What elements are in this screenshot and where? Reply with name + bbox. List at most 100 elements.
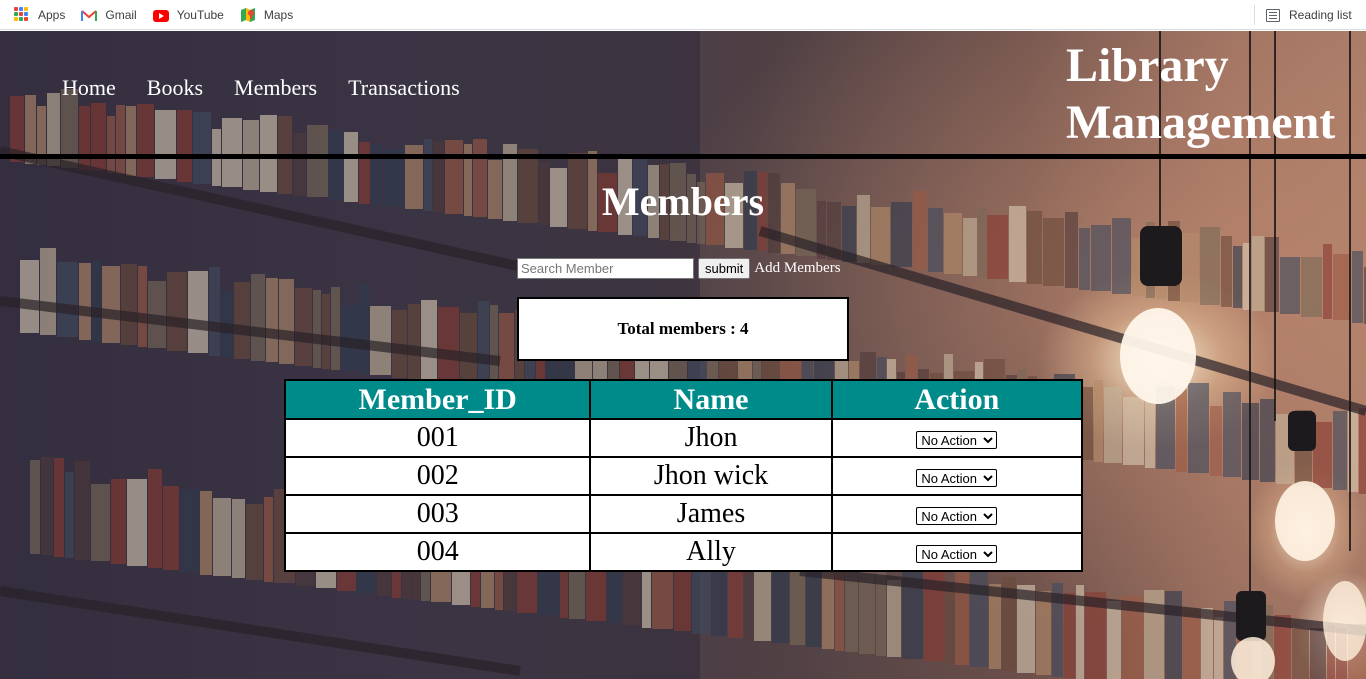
table-row: 003 James No Action bbox=[283, 494, 1084, 534]
book-spine bbox=[102, 266, 120, 343]
action-cell: No Action bbox=[830, 532, 1084, 572]
book-spine bbox=[1301, 257, 1322, 317]
action-cell: No Action bbox=[830, 494, 1084, 534]
nav-home[interactable]: Home bbox=[62, 75, 116, 101]
book-spine bbox=[30, 460, 40, 554]
table-header-row: Member_ID Name Action bbox=[283, 379, 1084, 420]
book-spine bbox=[1310, 628, 1326, 679]
book-spine bbox=[246, 504, 263, 580]
book-spine bbox=[1333, 411, 1347, 490]
reading-list-button[interactable]: Reading list bbox=[1266, 3, 1352, 27]
bookmark-apps[interactable]: Apps bbox=[14, 3, 67, 27]
book-spine bbox=[1221, 236, 1232, 307]
table-row: 004 Ally No Action bbox=[283, 532, 1084, 572]
book-spine bbox=[79, 263, 91, 340]
book-spine bbox=[40, 248, 56, 335]
action-select[interactable]: No Action bbox=[916, 468, 998, 487]
book-spine bbox=[408, 304, 420, 379]
total-members-box: Total members : 4 bbox=[517, 297, 849, 361]
book-spine bbox=[1176, 389, 1187, 472]
book-spine bbox=[1223, 392, 1241, 477]
book-spine bbox=[1188, 383, 1209, 473]
reading-list-icon bbox=[1266, 8, 1280, 22]
book-spine bbox=[1280, 257, 1300, 314]
book-spine bbox=[887, 580, 901, 657]
nav-members[interactable]: Members bbox=[234, 75, 317, 101]
book-spine bbox=[438, 307, 459, 383]
member-id-cell: 004 bbox=[283, 532, 592, 572]
book-spine bbox=[460, 313, 477, 386]
maps-icon bbox=[240, 7, 255, 22]
book-spine bbox=[279, 279, 294, 364]
book-spine bbox=[1200, 227, 1220, 305]
column-header-name: Name bbox=[589, 379, 833, 420]
book-spine bbox=[902, 559, 923, 659]
book-spine bbox=[57, 262, 78, 337]
book-spine bbox=[188, 271, 208, 353]
youtube-icon bbox=[152, 9, 169, 22]
bookmark-gmail[interactable]: Gmail bbox=[81, 3, 138, 27]
table-row: 001 Jhon No Action bbox=[283, 418, 1084, 458]
book-spine bbox=[1145, 394, 1155, 468]
nav-transactions[interactable]: Transactions bbox=[348, 75, 460, 101]
book-spine bbox=[91, 484, 110, 561]
member-name-cell: Jhon bbox=[589, 418, 833, 458]
book-spine bbox=[1064, 593, 1075, 678]
submit-button[interactable]: submit bbox=[698, 258, 751, 279]
bookmarks-bar: Apps Gmail YouTube Maps Reading list bbox=[0, 0, 1366, 30]
book-spine bbox=[490, 305, 498, 389]
nav-books[interactable]: Books bbox=[147, 75, 203, 101]
book-spine bbox=[845, 572, 858, 652]
book-spine bbox=[1107, 601, 1121, 679]
book-spine bbox=[1036, 591, 1051, 675]
book-spine bbox=[1352, 251, 1363, 323]
book-spine bbox=[92, 261, 101, 342]
book-spine bbox=[167, 272, 187, 351]
action-select[interactable]: No Action bbox=[916, 506, 998, 525]
book-spine bbox=[1094, 380, 1103, 462]
book-spine bbox=[1252, 236, 1264, 311]
member-id-cell: 002 bbox=[283, 456, 592, 496]
book-spine bbox=[331, 287, 340, 370]
book-spine bbox=[1233, 246, 1242, 308]
search-bar: submit Add Members bbox=[517, 258, 841, 279]
action-cell: No Action bbox=[830, 418, 1084, 458]
book-spine bbox=[946, 583, 954, 664]
book-spine bbox=[234, 282, 250, 359]
book-spine bbox=[295, 288, 312, 366]
brand-line-1: Library bbox=[1066, 39, 1229, 92]
bookmark-maps[interactable]: Maps bbox=[240, 3, 295, 27]
book-spine bbox=[421, 300, 437, 381]
member-name-cell: Jhon wick bbox=[589, 456, 833, 496]
reading-list-label: Reading list bbox=[1289, 8, 1352, 22]
book-spine bbox=[1112, 218, 1131, 294]
main-nav: Home Books Members Transactions bbox=[62, 75, 460, 101]
search-input[interactable] bbox=[517, 258, 694, 279]
book-spine bbox=[1079, 228, 1090, 290]
book-spine bbox=[200, 491, 212, 575]
bookmark-label: Apps bbox=[38, 7, 66, 22]
book-spine bbox=[924, 565, 945, 661]
add-members-link[interactable]: Add Members bbox=[754, 260, 840, 277]
book-spine bbox=[970, 569, 988, 667]
bookmark-label: Gmail bbox=[105, 7, 137, 22]
book-spine bbox=[835, 570, 844, 651]
action-select[interactable]: No Action bbox=[916, 430, 998, 449]
book-spine bbox=[359, 284, 369, 374]
book-spine bbox=[163, 486, 179, 570]
site-brand: Library Management bbox=[1066, 37, 1356, 151]
book-spine bbox=[963, 218, 977, 276]
bookmark-label: Maps bbox=[263, 7, 294, 22]
member-name-cell: Ally bbox=[589, 532, 833, 572]
bookmark-label: YouTube bbox=[176, 7, 224, 22]
book-spine bbox=[1260, 399, 1275, 482]
book-spine bbox=[1165, 591, 1182, 679]
book-spine bbox=[41, 457, 53, 555]
book-spine bbox=[313, 290, 321, 368]
book-spine bbox=[1104, 387, 1122, 463]
book-spine bbox=[251, 274, 265, 361]
book-spine bbox=[264, 497, 273, 582]
action-select[interactable]: No Action bbox=[916, 544, 998, 563]
book-spine bbox=[65, 472, 74, 558]
bookmark-youtube[interactable]: YouTube bbox=[152, 3, 226, 27]
